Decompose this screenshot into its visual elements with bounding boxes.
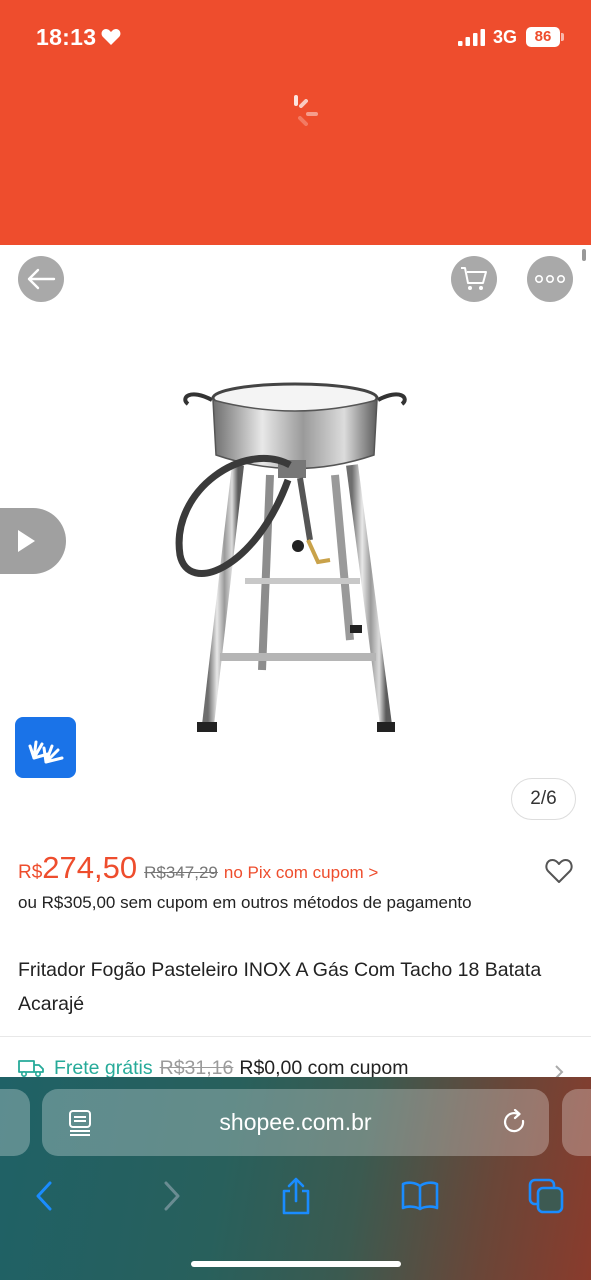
more-options-button[interactable] [527,256,573,302]
scrollbar[interactable] [582,249,586,261]
tabs-icon [528,1178,564,1214]
loading-spinner-icon [294,95,318,126]
product-title: Fritador Fogão Pasteleiro INOX A Gás Com… [18,959,542,1015]
price-value: 274,50 [42,850,138,885]
share-icon [282,1177,310,1215]
cart-icon [461,267,487,290]
image-counter: 2/6 [511,778,576,820]
home-indicator[interactable] [191,1261,401,1267]
pix-coupon-link[interactable]: no Pix com cupom > [224,863,379,883]
battery-indicator: 86 [526,27,560,47]
share-button[interactable] [276,1176,316,1216]
original-price: R$347,29 [144,863,218,882]
book-icon [401,1181,439,1211]
sign-language-icon [28,740,63,763]
chevron-left-icon [36,1181,52,1211]
back-button[interactable] [18,256,64,302]
libras-accessibility-button[interactable] [15,717,76,778]
price-currency: R$ [18,862,43,883]
product-image[interactable] [150,370,440,750]
tabs-button[interactable] [526,1176,566,1216]
status-bar: 18:13 3G 86 [0,0,591,75]
section-divider [0,1036,591,1037]
alternative-price: ou R$305,00 sem cupom em outros métodos … [18,893,472,912]
heart-status-icon [101,29,121,45]
heart-outline-icon[interactable] [545,858,573,884]
previous-tab-preview[interactable] [0,1089,30,1156]
video-play-button[interactable] [0,508,66,574]
address-bar[interactable]: shopee.com.br [42,1089,549,1156]
browser-forward-button[interactable] [152,1176,192,1216]
network-type: 3G [493,27,518,47]
battery-tip [561,33,564,41]
browser-back-button[interactable] [24,1176,64,1216]
chevron-right-icon [164,1181,180,1211]
ellipsis-icon [534,274,565,284]
reload-icon[interactable] [502,1109,528,1136]
play-icon [18,530,35,552]
next-tab-preview[interactable] [562,1089,591,1156]
arrow-left-icon [27,268,56,290]
price-row: R$ 274,50 R$347,29 no Pix com cupom > [18,850,378,890]
cart-button[interactable] [451,256,497,302]
signal-icon [458,29,485,46]
status-time: 18:13 [36,24,97,50]
url-text[interactable]: shopee.com.br [42,1089,549,1156]
truck-icon [18,1060,44,1077]
bookmarks-button[interactable] [400,1176,440,1216]
